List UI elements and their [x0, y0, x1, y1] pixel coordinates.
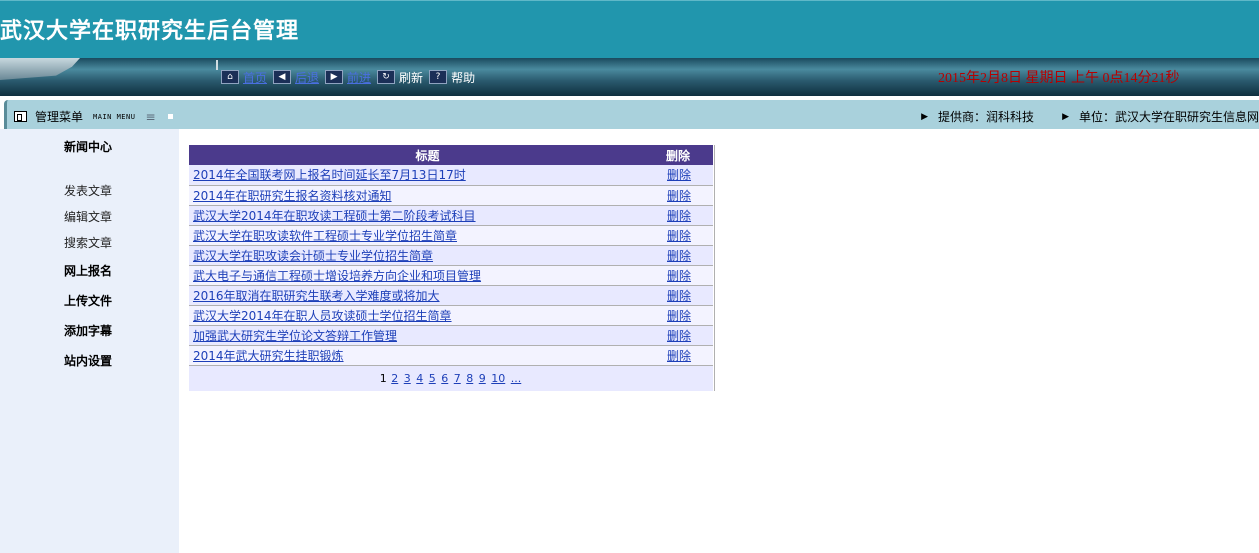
sidebar: 新闻中心 发表文章 编辑文章 搜索文章 网上报名 上传文件 添加字幕 站内设置 [0, 129, 179, 553]
toolbar: ⌂ 首页 ◀ 后退 ▶ 前进 ↻ 刷新 ? 帮助 [221, 68, 481, 86]
table-row: 武汉大学2014年在职攻读工程硕士第二阶段考试科目 删除 [189, 205, 713, 225]
delete-link[interactable]: 删除 [667, 229, 691, 243]
sidebar-item-site-settings[interactable]: 站内设置 [64, 352, 112, 369]
delete-link[interactable]: 删除 [667, 249, 691, 263]
square-bullet-icon [167, 114, 173, 119]
delete-link[interactable]: 删除 [667, 189, 691, 203]
refresh-icon: ↻ [377, 70, 396, 84]
back-arrow-icon: ◀ [273, 70, 292, 84]
help-label[interactable]: 帮助 [451, 69, 475, 86]
refresh-button[interactable]: ↻ 刷新 [377, 69, 423, 86]
sidebar-item-online-registration[interactable]: 网上报名 [64, 262, 112, 279]
table-row: 武汉大学在职攻读会计硕士专业学位招生简章 删除 [189, 245, 713, 265]
provider-label: 提供商：润科科技 [938, 110, 1035, 124]
news-table-container: 标题 删除 2014年全国联考网上报名时间延长至7月13日17时 删除 2014年… [189, 145, 715, 391]
page-link[interactable]: 3 [404, 372, 411, 385]
page-link[interactable]: 6 [441, 372, 448, 385]
unit-label: 单位：武汉大学在职研究生信息网 [1078, 110, 1259, 124]
header-banner: 武汉大学在职研究生后台管理 [0, 0, 1259, 58]
table-header: 标题 删除 [189, 145, 713, 165]
page-link[interactable]: 9 [479, 372, 486, 385]
bullet-arrow-icon: ▶ [1062, 111, 1069, 122]
page-link[interactable]: 2 [391, 372, 398, 385]
table-row: 2014年在职研究生报名资料核对通知 删除 [189, 185, 713, 205]
site-title: 武汉大学在职研究生后台管理 [0, 18, 300, 44]
home-icon: ⌂ [221, 70, 239, 84]
page-link[interactable]: 5 [429, 372, 436, 385]
menu-window-icon [14, 111, 27, 122]
delete-link[interactable]: 删除 [667, 289, 691, 303]
page-link[interactable]: 4 [416, 372, 423, 385]
table-row: 2014年武大研究生挂职锻炼 删除 [189, 345, 713, 365]
page-link[interactable]: 7 [454, 372, 461, 385]
home-label[interactable]: 首页 [243, 69, 267, 86]
forward-arrow-icon: ▶ [325, 70, 344, 84]
news-table: 标题 删除 2014年全国联考网上报名时间延长至7月13日17时 删除 2014年… [189, 145, 713, 391]
news-title-link[interactable]: 武汉大学2014年在职人员攻读硕士学位招生简章 [193, 309, 452, 323]
page-current: 1 [379, 371, 387, 385]
delete-link[interactable]: 删除 [667, 209, 691, 223]
news-title-link[interactable]: 2014年武大研究生挂职锻炼 [193, 349, 344, 363]
page-link[interactable]: 10 [491, 372, 505, 385]
delete-link[interactable]: 删除 [667, 349, 691, 363]
datetime-clock: 2015年2月8日 星期日 上午 0点14分21秒 [938, 71, 1180, 86]
forward-button[interactable]: ▶ 前进 [325, 69, 371, 86]
refresh-label[interactable]: 刷新 [399, 69, 423, 86]
table-row: 2016年取消在职研究生联考入学难度或将加大 删除 [189, 285, 713, 305]
delete-link[interactable]: 删除 [667, 269, 691, 283]
delete-link[interactable]: 删除 [667, 309, 691, 323]
sidebar-item-edit-article[interactable]: 编辑文章 [64, 208, 112, 225]
pager-row: 1 2 3 4 5 6 7 8 9 10 ... [189, 365, 713, 391]
monitor-graphic [0, 58, 80, 80]
forward-label[interactable]: 前进 [347, 69, 371, 86]
sidebar-item-news-center[interactable]: 新闻中心 [64, 138, 112, 155]
news-title-link[interactable]: 武大电子与通信工程硕士增设培养方向企业和项目管理 [193, 269, 481, 283]
table-row: 2014年全国联考网上报名时间延长至7月13日17时 删除 [189, 165, 713, 185]
list-lines-icon: ≡ [145, 109, 156, 124]
help-button[interactable]: ? 帮助 [429, 69, 475, 86]
menu-title: 管理菜单 [35, 110, 84, 124]
news-title-link[interactable]: 武汉大学2014年在职攻读工程硕士第二阶段考试科目 [193, 209, 476, 223]
page-more-link[interactable]: ... [511, 372, 522, 385]
delete-link[interactable]: 删除 [667, 329, 691, 343]
menu-info: ▶ 提供商：润科科技 ▶ 单位：武汉大学在职研究生信息网 [921, 108, 1259, 125]
sidebar-item-publish-article[interactable]: 发表文章 [64, 182, 112, 199]
pagination: 1 2 3 4 5 6 7 8 9 10 ... [189, 365, 713, 391]
back-button[interactable]: ◀ 后退 [273, 69, 319, 86]
back-label[interactable]: 后退 [295, 69, 319, 86]
column-header-title: 标题 [415, 148, 440, 163]
table-row: 武汉大学在职攻读软件工程硕士专业学位招生简章 删除 [189, 225, 713, 245]
bullet-arrow-icon: ▶ [921, 111, 929, 122]
table-row: 武汉大学2014年在职人员攻读硕士学位招生简章 删除 [189, 305, 713, 325]
news-title-link[interactable]: 2014年在职研究生报名资料核对通知 [193, 189, 392, 203]
news-title-link[interactable]: 武汉大学在职攻读会计硕士专业学位招生简章 [193, 249, 433, 263]
news-title-link[interactable]: 加强武大研究生学位论文答辩工作管理 [193, 329, 397, 343]
menu-subtitle: MAIN MENU [93, 112, 136, 121]
news-title-link[interactable]: 武汉大学在职攻读软件工程硕士专业学位招生简章 [193, 229, 457, 243]
sidebar-item-add-caption[interactable]: 添加字幕 [64, 322, 112, 339]
news-title-link[interactable]: 2016年取消在职研究生联考入学难度或将加大 [193, 289, 440, 303]
news-title-link[interactable]: 2014年全国联考网上报名时间延长至7月13日17时 [193, 168, 466, 182]
toolbar-divider [216, 60, 218, 70]
page-link[interactable]: 8 [466, 372, 473, 385]
menu-bar: 管理菜单 MAIN MENU ≡ ▶ 提供商：润科科技 ▶ 单位：武汉大学在职研… [0, 96, 1259, 129]
table-row: 加强武大研究生学位论文答辩工作管理 删除 [189, 325, 713, 345]
menu-header: 管理菜单 MAIN MENU ≡ [14, 108, 173, 125]
column-header-delete: 删除 [666, 148, 691, 163]
table-row: 武大电子与通信工程硕士增设培养方向企业和项目管理 删除 [189, 265, 713, 285]
home-button[interactable]: ⌂ 首页 [221, 69, 267, 86]
sidebar-item-search-article[interactable]: 搜索文章 [64, 234, 112, 251]
help-icon: ? [429, 70, 448, 84]
delete-link[interactable]: 删除 [667, 168, 691, 182]
sidebar-item-upload-file[interactable]: 上传文件 [64, 292, 112, 309]
